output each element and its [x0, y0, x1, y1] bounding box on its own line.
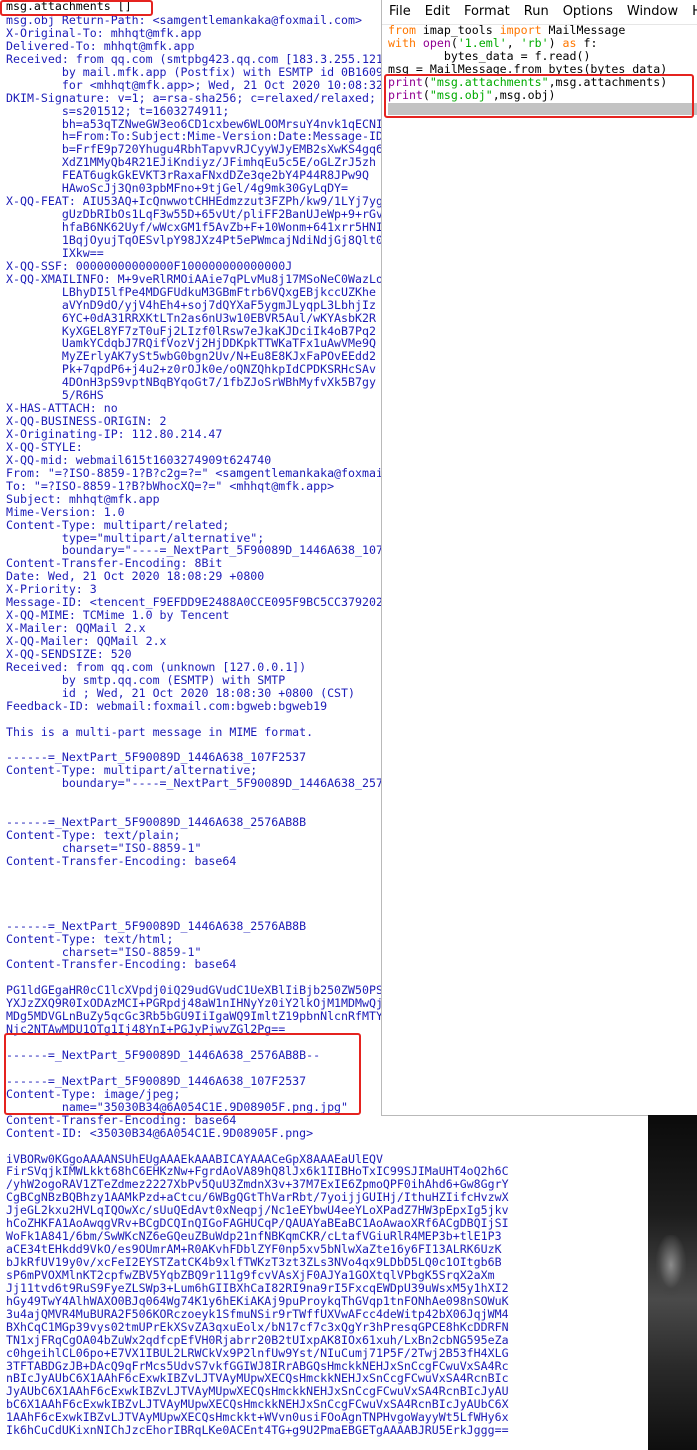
attachments-highlight-box — [0, 0, 153, 16]
shell-output-line: Jj11tvd6t9RuS9FyeZLSWp3+Lum6hGIIBXhCaI82… — [6, 1280, 509, 1295]
menu-run[interactable]: Run — [517, 0, 556, 24]
shell-output-line: Content-ID: <35030B34@6A054C1E.9D08905F.… — [6, 1125, 314, 1140]
code-token: 'rb' — [520, 36, 549, 51]
editor-window: FileEditFormatRunOptionsWindowHelp from … — [381, 0, 697, 1116]
code-token: ) — [548, 36, 563, 51]
shell-output-line: Ik6hCuCdUKixnNIChJzcEhorIBRqLKe0ACEnt4TG… — [6, 1423, 509, 1438]
shell-output-line — [6, 1437, 696, 1450]
shell-output-line: 3u4ajQMVR4MuBURA2F506KORczoeyk1SfmuNSir9… — [6, 1306, 509, 1321]
code-token: import — [499, 23, 542, 37]
code-token: bytes_data = f.read() — [388, 49, 591, 64]
code-token: ( — [450, 36, 458, 51]
code-token: with — [388, 36, 416, 51]
code-token: '1.eml' — [457, 36, 507, 51]
menu-options[interactable]: Options — [556, 0, 620, 24]
background-photo — [648, 1115, 697, 1450]
menu-format[interactable]: Format — [457, 0, 517, 24]
code-token: , — [506, 36, 521, 51]
shell-output-line: BXhCqC1MGp39vys02tmUPrEkXSvZA3qxuEolx/bN… — [6, 1319, 509, 1334]
shell-output-line: bJkRfUV19y0v/xcFeI2EYSTZatCK4b9xlfTWKzT3… — [6, 1255, 502, 1269]
code-token: MailMessage — [541, 23, 626, 37]
menu-window[interactable]: Window — [620, 0, 685, 24]
menu-edit[interactable]: Edit — [418, 0, 457, 24]
code-token: f: — [576, 36, 598, 51]
code-token: open — [422, 36, 451, 51]
image-part-highlight-box — [4, 1033, 361, 1115]
menu-bar: FileEditFormatRunOptionsWindowHelp — [382, 0, 697, 25]
shell-output-line: sP6mPVOXMlnKT2cpfwZBV5YqbZBQ9r111g9fcvVA… — [6, 1267, 495, 1282]
menu-file[interactable]: File — [382, 0, 418, 24]
menu-help[interactable]: Help — [685, 0, 697, 24]
code-token: as — [562, 36, 577, 51]
code-token: imap_tools — [415, 23, 500, 37]
print-lines-highlight-box — [384, 74, 694, 118]
shell-output-line — [6, 1140, 696, 1153]
code-token: from — [388, 23, 416, 37]
shell-output-line: hGy49TwY4AlhWAXO0BJq064Wg74K1y6hEKiAKAj9… — [6, 1293, 509, 1308]
shell-output-line: c0hgeihlCL06po+E7VX1IBUL2LRWCkVx9P2lnfUw… — [6, 1345, 509, 1360]
shell-output-line: TN1xjFRqCgOA04bZuWx2qdfcpEfVH0Rjabrr20B2… — [6, 1332, 509, 1347]
